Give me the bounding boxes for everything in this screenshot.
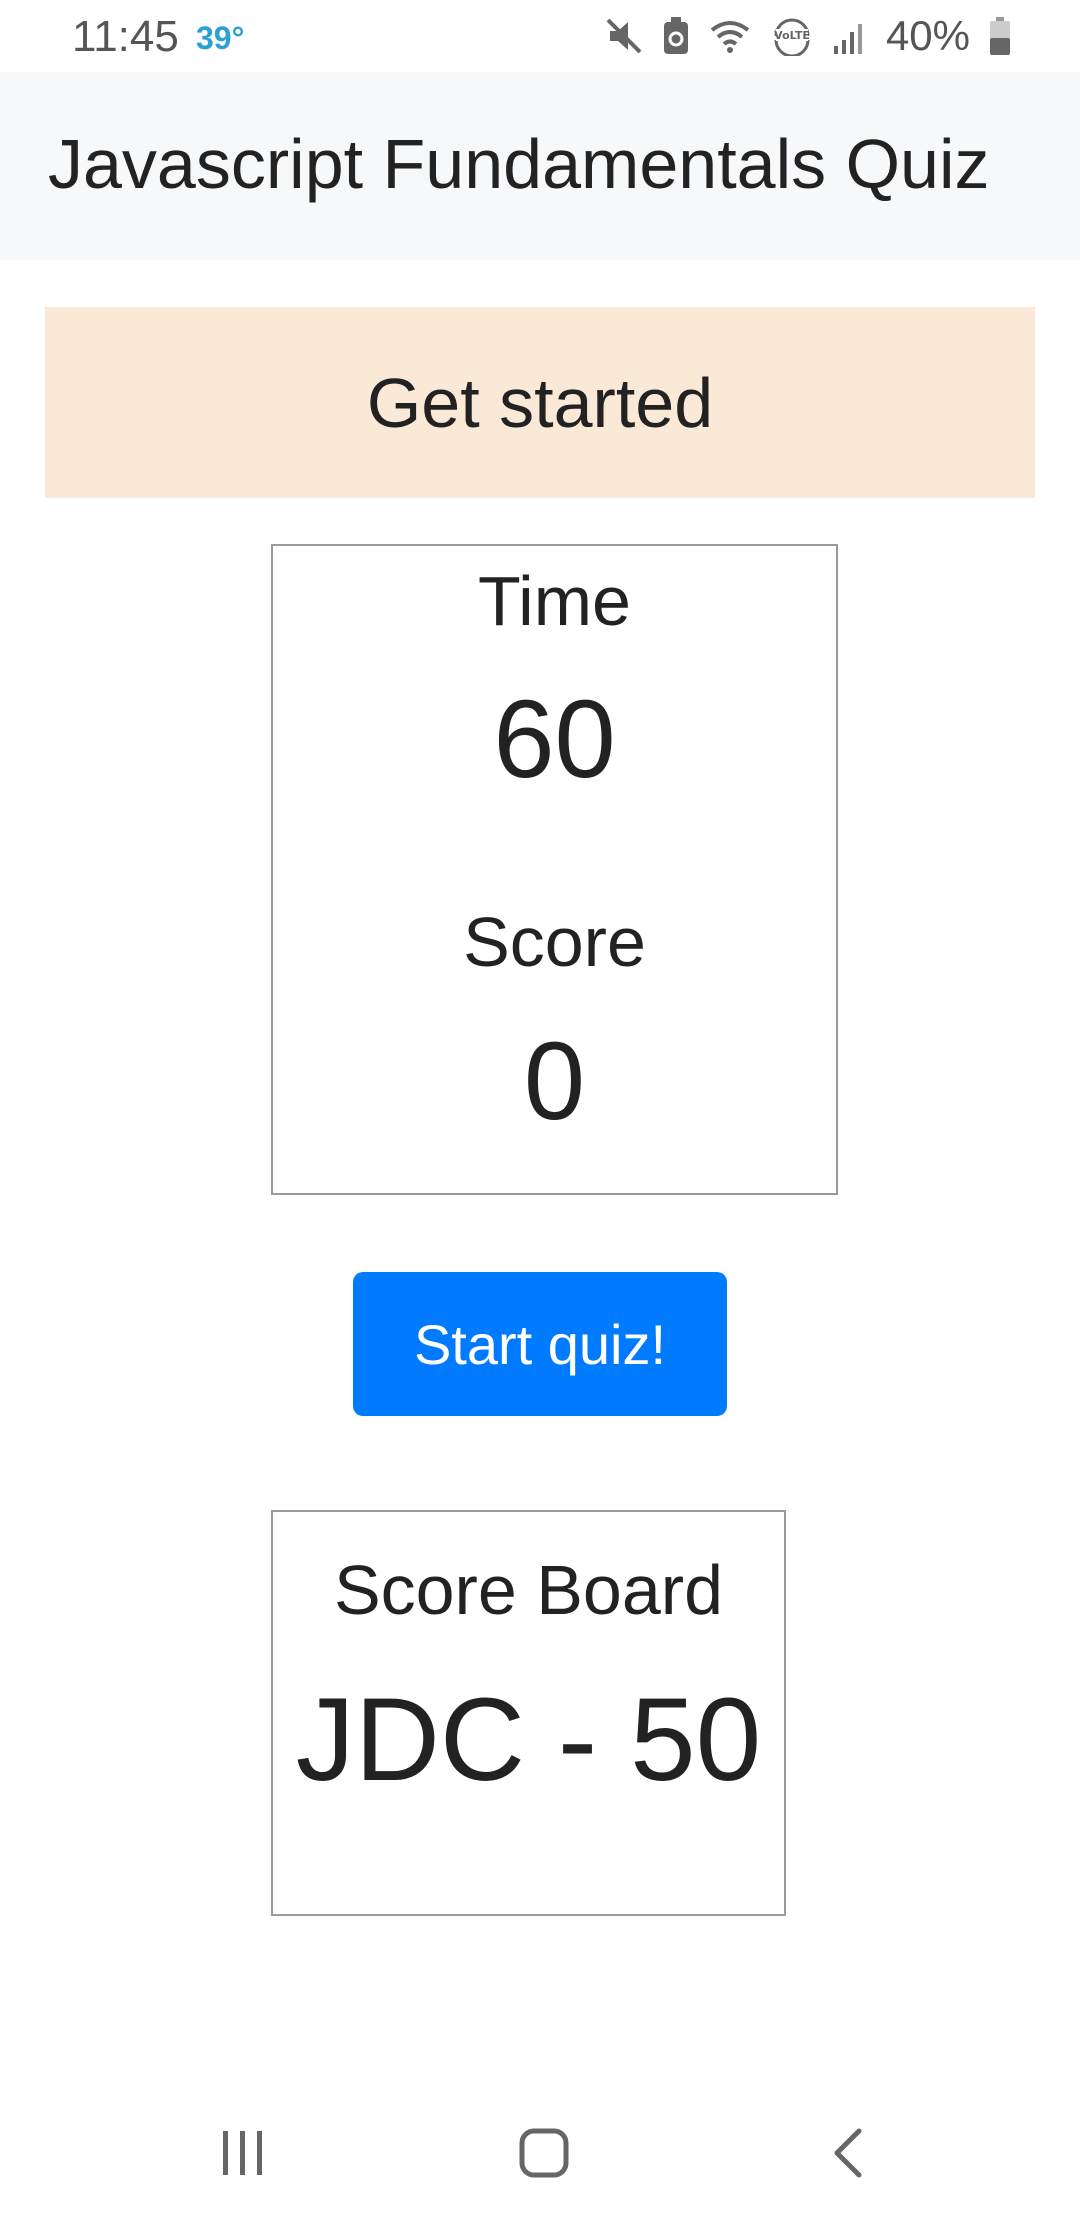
home-button[interactable] [494,2120,594,2190]
score-label: Score [463,903,646,981]
get-started-banner: Get started [45,307,1035,498]
volte-icon: VoLTE [770,16,814,56]
time-value: 60 [493,678,616,801]
back-button[interactable] [799,2120,899,2190]
time-label: Time [478,562,631,640]
score-entry: JDC - 50 [295,1674,762,1806]
status-temperature: 39° [196,20,245,56]
signal-icon [832,16,868,56]
score-board: Score Board JDC - 50 [271,1510,786,1916]
battery-saver-icon [662,16,690,56]
battery-percentage: 40% [885,12,970,59]
stats-card: Time 60 Score 0 [271,544,838,1195]
score-board-title: Score Board [333,1551,724,1629]
svg-text:VoLTE: VoLTE [774,29,810,42]
status-bar: 11:45 39° VoLTE 40% [0,0,1080,72]
recent-apps-button[interactable] [193,2120,293,2190]
page-title: Javascript Fundamentals Quiz [48,125,990,203]
system-nav-bar [0,2080,1080,2220]
score-value: 0 [523,1020,586,1143]
status-time: 11:45 [72,12,179,61]
wifi-icon [708,16,752,56]
app-header: Javascript Fundamentals Quiz [0,72,1080,260]
recent-apps-icon [219,2127,267,2184]
mute-icon [604,16,644,56]
start-quiz-button[interactable]: Start quiz! [353,1272,727,1416]
back-icon [829,2127,869,2184]
banner-text: Get started [366,363,714,442]
home-icon [518,2127,570,2184]
status-icons: VoLTE 40% [604,12,1012,59]
battery-icon [988,16,1012,56]
